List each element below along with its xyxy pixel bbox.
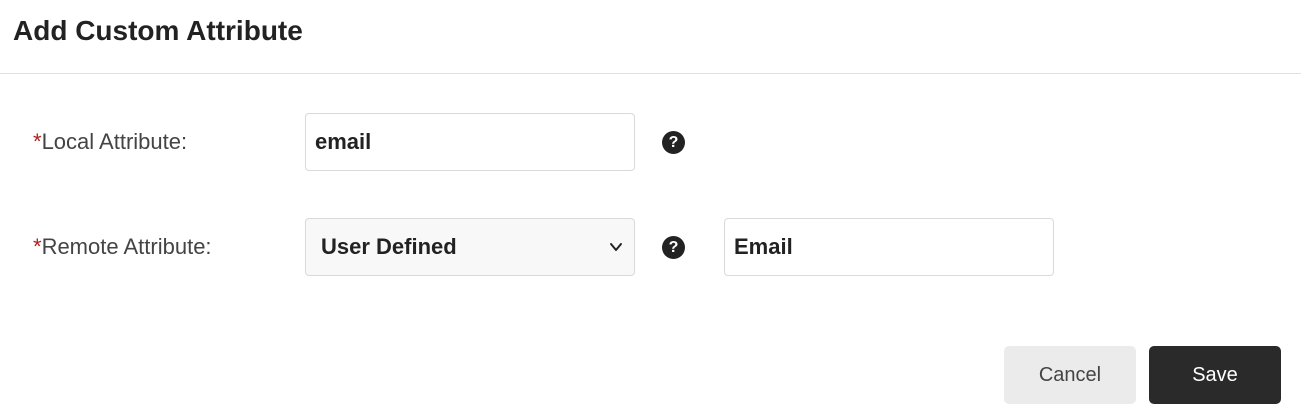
remote-attribute-row: *Remote Attribute: User Defined ? Email xyxy=(0,218,1301,276)
chevron-down-icon xyxy=(610,243,622,251)
cancel-button[interactable]: Cancel xyxy=(1004,346,1136,404)
dialog-header: Add Custom Attribute xyxy=(0,0,1301,74)
remote-attribute-label: *Remote Attribute: xyxy=(33,218,212,276)
add-custom-attribute-dialog: Add Custom Attribute *Local Attribute: e… xyxy=(0,0,1301,420)
question-circle-icon[interactable]: ? xyxy=(662,236,685,259)
local-attribute-row: *Local Attribute: email ? xyxy=(0,113,1301,171)
local-attribute-label: *Local Attribute: xyxy=(33,113,187,171)
dialog-title: Add Custom Attribute xyxy=(13,14,303,46)
remote-attribute-select[interactable]: User Defined xyxy=(305,218,635,276)
question-circle-icon[interactable]: ? xyxy=(662,131,685,154)
local-attribute-input[interactable]: email xyxy=(305,113,635,171)
local-attribute-label-text: Local Attribute: xyxy=(41,129,188,154)
remote-attribute-selected-value: User Defined xyxy=(321,234,457,259)
save-button[interactable]: Save xyxy=(1149,346,1281,404)
required-marker: * xyxy=(33,234,42,259)
remote-attribute-label-text: Remote Attribute: xyxy=(41,234,212,259)
required-marker: * xyxy=(33,129,42,154)
remote-attribute-custom-input[interactable]: Email xyxy=(724,218,1054,276)
